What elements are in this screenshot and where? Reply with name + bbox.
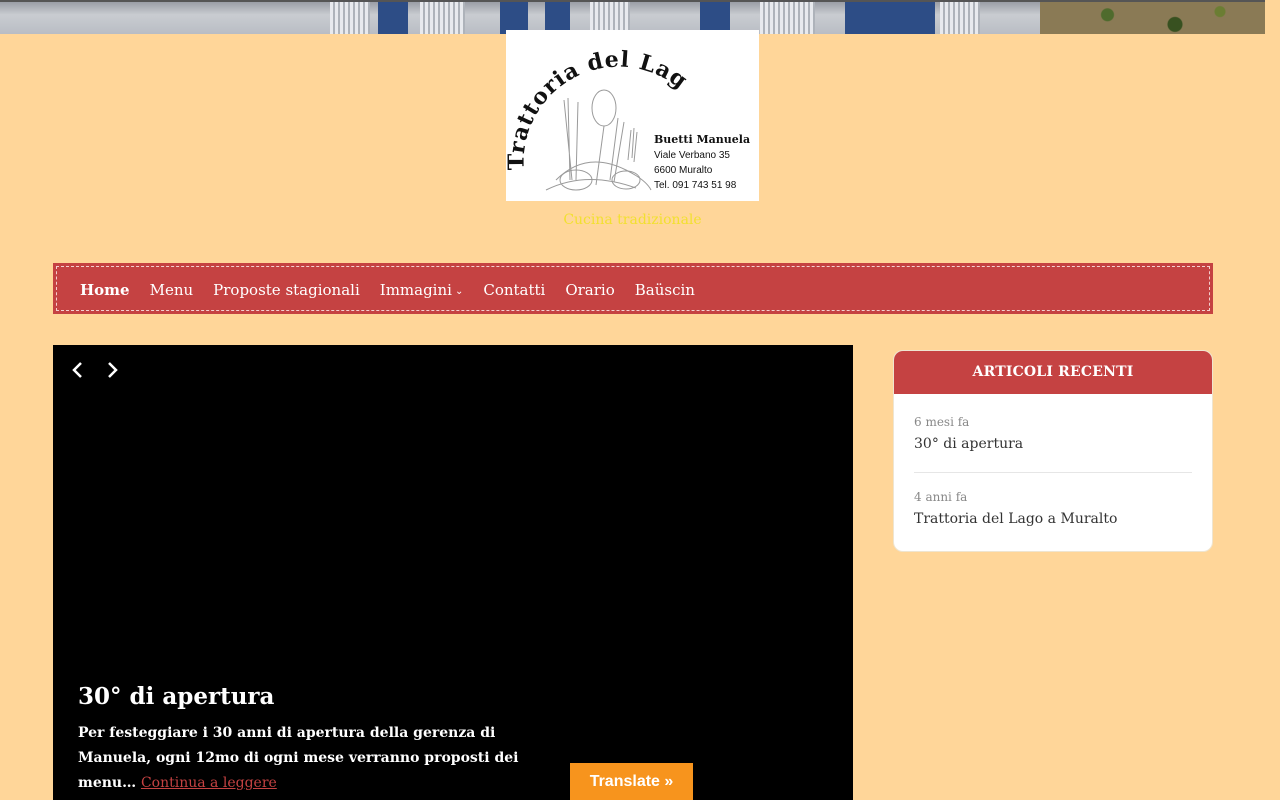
nav-item-immagini[interactable]: Immagini ⌄ bbox=[380, 281, 464, 299]
post-title-link[interactable]: Trattoria del Lago a Muralto bbox=[914, 511, 1192, 527]
chevron-left-icon bbox=[72, 362, 82, 378]
recent-post-item: 4 anni fa Trattoria del Lago a Muralto bbox=[914, 490, 1192, 527]
slider-next-button[interactable] bbox=[101, 359, 123, 381]
slide-excerpt: Per festeggiare i 30 anni di apertura de… bbox=[78, 721, 548, 796]
post-time: 6 mesi fa bbox=[914, 415, 970, 429]
featured-slider: 30° di apertura Per festeggiare i 30 ann… bbox=[53, 345, 853, 800]
nav-item-label: Home bbox=[80, 280, 130, 299]
recent-post-item: 6 mesi fa 30° di apertura bbox=[914, 415, 1192, 452]
translate-button[interactable]: Translate » bbox=[570, 763, 693, 800]
site-logo[interactable]: Trattoria del Lago Buetti Manuela Viale … bbox=[506, 30, 759, 201]
nav-item-label: Contatti bbox=[483, 280, 546, 299]
site-tagline: Cucina tradizionale bbox=[563, 212, 702, 228]
nav-border: Home Menu Proposte stagionali Immagini ⌄ … bbox=[56, 266, 1210, 311]
nav-item-menu[interactable]: Menu bbox=[150, 281, 194, 299]
recent-posts-widget: ARTICOLI RECENTI 6 mesi fa 30° di apertu… bbox=[893, 350, 1213, 552]
cutlery-illustration bbox=[545, 89, 652, 191]
nav-item-label: Menu bbox=[149, 280, 194, 299]
logo-city-text: 6600 Muralto bbox=[654, 165, 713, 176]
read-more-link[interactable]: Continua a leggere bbox=[141, 775, 277, 791]
divider bbox=[914, 472, 1192, 473]
chevron-down-icon: ⌄ bbox=[454, 286, 464, 297]
post-title-link[interactable]: 30° di apertura bbox=[914, 436, 1192, 452]
nav-item-orario[interactable]: Orario bbox=[565, 281, 614, 299]
nav-item-label: Immagini bbox=[379, 280, 452, 299]
nav-item-proposte-stagionali[interactable]: Proposte stagionali bbox=[213, 281, 360, 299]
header-banner-image bbox=[0, 0, 1265, 34]
logo-owner-text: Buetti Manuela bbox=[654, 133, 750, 146]
logo-address-text: Viale Verbano 35 bbox=[654, 150, 730, 161]
slide-title[interactable]: 30° di apertura bbox=[78, 683, 274, 710]
nav-item-label: Proposte stagionali bbox=[213, 280, 360, 299]
nav-item-home[interactable]: Home bbox=[80, 281, 130, 299]
nav-item-label: Orario bbox=[565, 280, 615, 299]
widget-title: ARTICOLI RECENTI bbox=[894, 351, 1212, 394]
slider-prev-button[interactable] bbox=[67, 359, 89, 381]
nav-item-contatti[interactable]: Contatti bbox=[483, 281, 545, 299]
nav-item-label: Baüscin bbox=[634, 280, 695, 299]
chevron-right-icon bbox=[108, 362, 118, 378]
nav-item-bauscin[interactable]: Baüscin bbox=[635, 281, 695, 299]
logo-phone-text: Tel. 091 743 51 98 bbox=[654, 180, 737, 191]
main-navigation: Home Menu Proposte stagionali Immagini ⌄ … bbox=[53, 263, 1213, 314]
post-time: 4 anni fa bbox=[914, 490, 968, 504]
